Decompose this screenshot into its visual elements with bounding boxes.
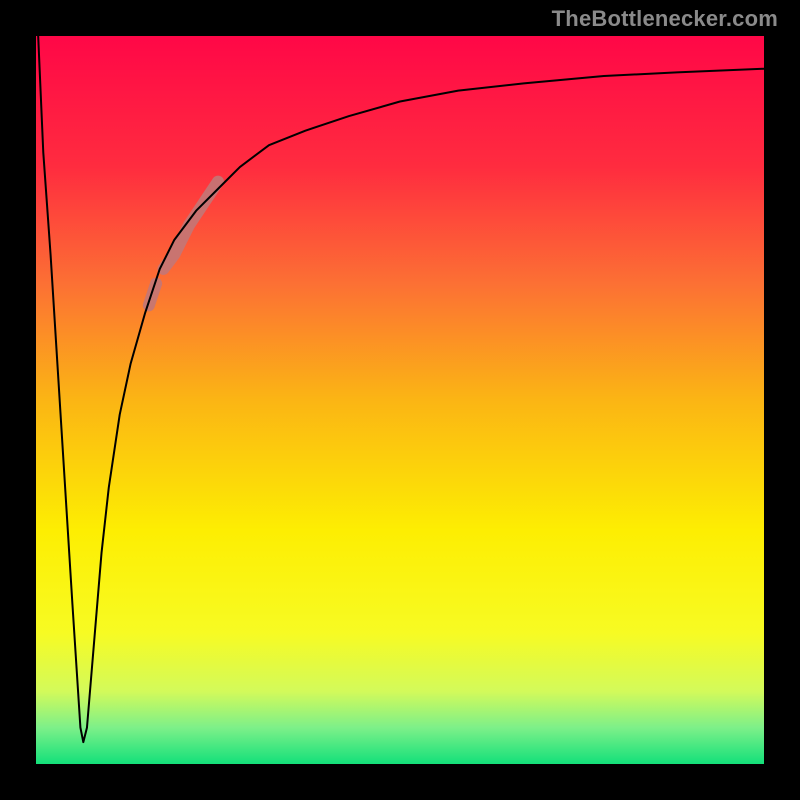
- chart-frame: TheBottlenecker.com: [0, 0, 800, 800]
- plot-area: [36, 36, 764, 764]
- watermark-text: TheBottlenecker.com: [552, 6, 778, 32]
- plot-svg: [36, 36, 764, 764]
- gradient-bg: [36, 36, 764, 764]
- dot-highlight: [149, 284, 156, 306]
